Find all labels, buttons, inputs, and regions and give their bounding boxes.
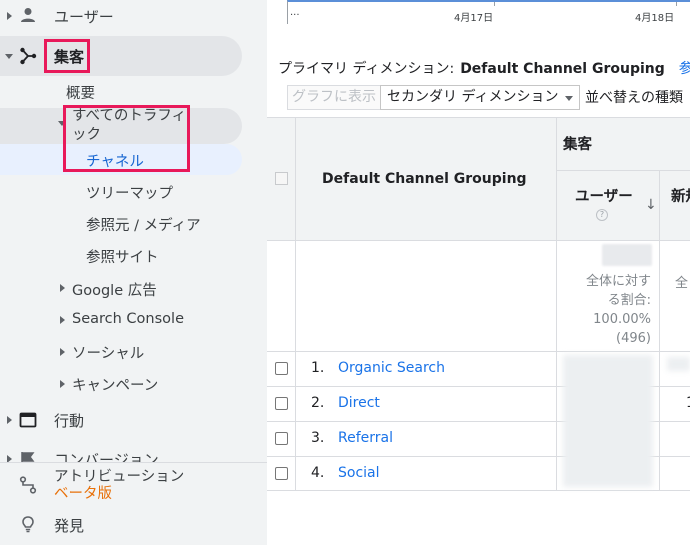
behavior-window-icon [19,412,37,428]
sort-down-arrow-icon[interactable]: ↓ [645,197,657,213]
new-users-cell-fragment: 1 [686,395,690,411]
chart-tick-label: 4月18日 [635,13,675,24]
tick-mark [494,2,495,6]
new-users-column-header[interactable]: 新規 [671,185,690,206]
sidebar-item-referrals[interactable]: 参照サイト [86,246,159,267]
sidebar-item-discover[interactable]: 発見 [0,509,267,539]
attribution-icon [19,476,37,494]
caret-right-icon [7,12,12,20]
sidebar-nav: ユーザー 集客 概要 すべてのトラフィ ック チャネル ツリーマップ 参照元 /… [0,0,267,545]
summary-line: 全体に対す [585,274,651,289]
summary-line: る割合: [607,293,651,308]
table-row[interactable]: 1. Organic Search [267,352,690,387]
sidebar-item-label: 行動 [54,412,85,430]
acquisition-group-header: 集客 [563,137,592,153]
primary-dimension-label: プライマリ ディメンション: [278,61,455,77]
caret-right-icon [7,416,12,424]
sidebar-item-source-medium[interactable]: 参照元 / メディア [86,214,201,235]
blurred-total-value [602,244,652,266]
dimension-column-header[interactable]: Default Channel Grouping [322,171,527,187]
acquisition-branch-icon [20,47,37,65]
row-checkbox[interactable] [275,397,288,410]
chart-ellipsis: ... [290,7,300,18]
row-divider [267,240,690,241]
users-column-header[interactable]: ユーザー [575,185,633,206]
sidebar-item-label: 発見 [54,517,85,535]
row-checkbox[interactable] [275,362,288,375]
table-row[interactable]: 2. Direct 1 [267,387,690,422]
sidebar-item-social[interactable]: ソーシャル [72,342,144,363]
chevron-down-icon [565,96,573,101]
row-number: 4. [311,465,325,481]
summary-line: (496) [616,331,651,346]
data-table: Default Channel Grouping 集客 ユーザー ? ↓ 新規 … [267,117,690,491]
person-icon [21,8,35,22]
caret-right-icon [60,284,65,292]
plot-rows-button[interactable]: グラフに表示 [287,85,381,110]
sidebar-item-overview[interactable]: 概要 [66,82,95,103]
row-number: 1. [311,360,325,376]
highlight-box-all-traffic-channels [63,105,190,172]
caret-right-icon [60,348,65,356]
row-number: 3. [311,430,325,446]
report-main: ... 4月17日 4月18日 プライマリ ディメンション: Default Ch… [267,0,690,545]
beta-badge: ベータ版 [54,486,112,502]
caret-right-icon [60,380,65,388]
new-users-summary-fragment: 全 [675,276,689,291]
sidebar-item-search-console[interactable]: Search Console [72,311,184,327]
channel-link[interactable]: Organic Search [338,360,445,376]
sidebar-item-treemap[interactable]: ツリーマップ [86,182,173,203]
sidebar-item-attribution[interactable]: アトリビューション ベータ版 [0,463,267,505]
users-total-summary: 全体に対す る割合: 100.00% (496) [563,272,651,348]
channel-link[interactable]: Direct [338,395,380,411]
channel-link[interactable]: Referral [338,430,393,446]
row-checkbox[interactable] [275,432,288,445]
row-checkbox[interactable] [275,467,288,480]
secondary-dimension-dropdown[interactable]: セカンダリ ディメンション [380,85,580,110]
primary-dimension-value: Default Channel Grouping [460,61,665,77]
secondary-dimension-label: セカンダリ ディメンション [387,89,559,105]
channel-link[interactable]: Social [338,465,380,481]
row-number: 2. [311,395,325,411]
sidebar-item-label: ユーザー [54,8,114,26]
tick-mark [676,2,677,6]
table-row[interactable]: 4. Social [267,457,690,492]
sidebar-item-users[interactable]: ユーザー [0,0,267,32]
sidebar-item-google-ads[interactable]: Google 広告 [72,279,157,300]
sort-type-dropdown[interactable]: 並べ替えの種類 [585,87,683,107]
summary-line: 100.00% [593,312,651,327]
row-divider [556,170,690,171]
caret-right-icon [60,316,65,324]
highlight-box-acquisition [44,39,90,73]
table-row[interactable]: 3. Referral [267,422,690,457]
sidebar-item-behavior[interactable]: 行動 [0,406,267,434]
lightbulb-icon [22,516,34,533]
table-toolbar: グラフに表示 セカンダリ ディメンション 並べ替えの種類 [267,82,690,112]
select-all-checkbox[interactable] [275,172,288,185]
sidebar-item-campaigns[interactable]: キャンペーン [72,374,158,395]
primary-dimension-bar: プライマリ ディメンション: Default Channel Grouping 参照… [278,58,690,78]
sidebar-item-acquisition[interactable]: 集客 [0,36,267,76]
sidebar-bottom: アトリビューション ベータ版 発見 [0,462,267,545]
caret-down-icon [5,54,13,59]
help-icon[interactable]: ? [596,209,608,221]
chart-tick-label: 4月17日 [454,13,494,24]
chart-axis-strip: ... 4月17日 4月18日 [287,0,690,24]
source-dimension-link[interactable]: 参照元/ [679,61,690,77]
